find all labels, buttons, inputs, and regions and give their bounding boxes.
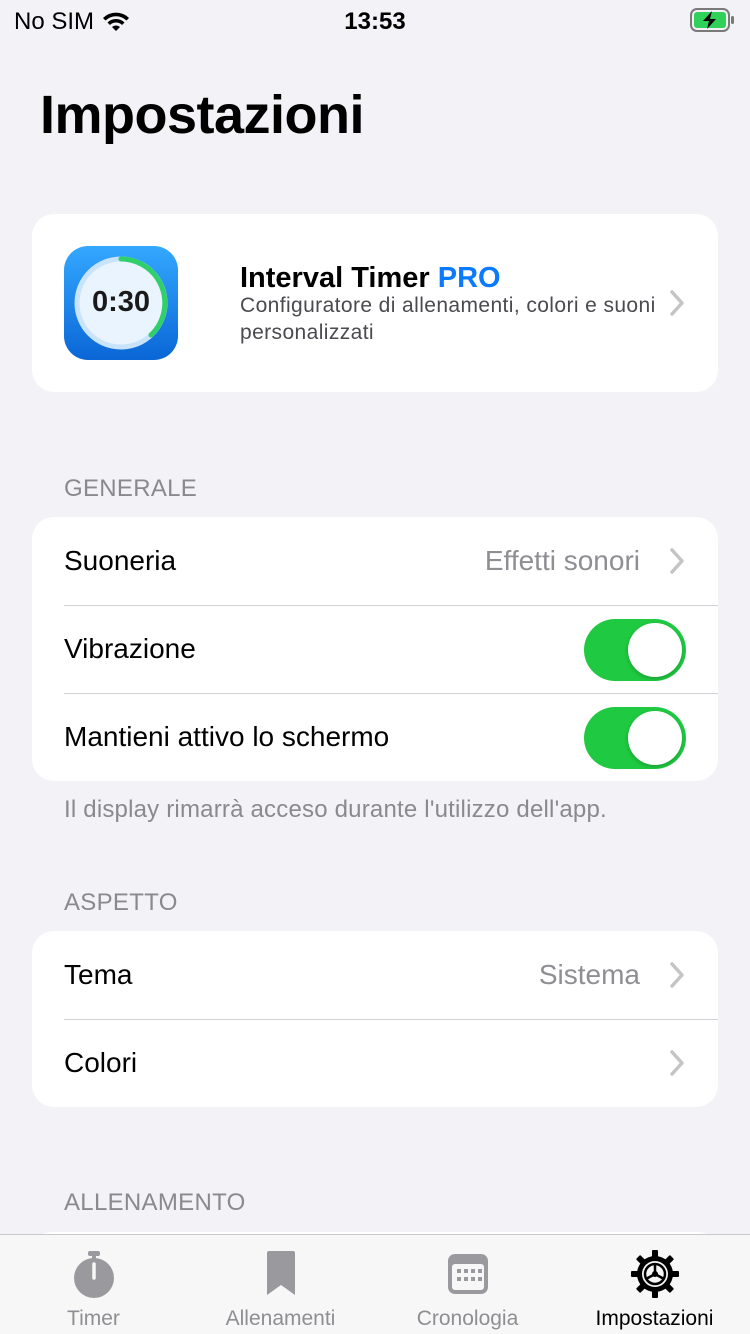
pro-upgrade-card[interactable]: 0:30 Interval Timer PRO Configuratore di…: [32, 214, 718, 392]
vibrazione-label: Vibrazione: [64, 633, 196, 664]
tab-allenamenti[interactable]: Allenamenti: [187, 1235, 374, 1334]
app-icon: 0:30: [64, 246, 178, 360]
status-bar: No SIM 13:53: [0, 0, 750, 40]
aspetto-group: Tema Sistema Colori: [32, 931, 718, 1107]
section-header-allenamento: ALLENAMENTO: [64, 1189, 246, 1216]
pro-title: Interval Timer PRO: [240, 262, 501, 295]
chevron-right-icon: [670, 1050, 684, 1076]
tema-row[interactable]: Tema Sistema: [32, 931, 718, 1019]
schermo-toggle[interactable]: [584, 707, 686, 769]
tab-label: Impostazioni: [595, 1307, 714, 1330]
pro-badge: PRO: [437, 262, 501, 294]
generale-footnote: Il display rimarrà acceso durante l'util…: [64, 796, 607, 823]
tab-label: Cronologia: [416, 1307, 519, 1330]
suoneria-value: Effetti sonori: [484, 545, 640, 576]
colori-label: Colori: [64, 1047, 138, 1078]
tab-bar: Timer Allenamenti Cronologia Impostazion…: [0, 1234, 750, 1334]
tab-label: Allenamenti: [225, 1307, 336, 1330]
vibrazione-toggle[interactable]: [584, 619, 686, 681]
chevron-right-icon: [670, 548, 684, 574]
tema-label: Tema: [64, 959, 133, 990]
tab-label: Timer: [67, 1307, 120, 1330]
generale-group: Suoneria Effetti sonori Vibrazione Manti…: [32, 517, 718, 781]
chevron-right-icon: [670, 290, 684, 316]
tema-value: Sistema: [538, 959, 640, 990]
schermo-label: Mantieni attivo lo schermo: [64, 721, 390, 752]
colori-row[interactable]: Colori: [32, 1019, 718, 1107]
vibrazione-row: Vibrazione: [32, 605, 718, 693]
calendar-icon: [447, 1254, 488, 1294]
section-header-aspetto: ASPETTO: [64, 889, 178, 916]
chevron-right-icon: [670, 962, 684, 988]
pro-description: Configuratore di allenamenti, colori e s…: [240, 294, 656, 344]
tab-timer[interactable]: Timer: [0, 1235, 187, 1334]
bookmark-icon: [266, 1251, 295, 1295]
suoneria-label: Suoneria: [64, 545, 177, 576]
page-title: Impostazioni: [40, 85, 365, 145]
tab-impostazioni[interactable]: Impostazioni: [561, 1235, 748, 1334]
suoneria-row[interactable]: Suoneria Effetti sonori: [32, 517, 718, 605]
stopwatch-icon: [73, 1251, 114, 1298]
battery-charging-icon: [690, 8, 736, 39]
status-time: 13:53: [344, 8, 406, 35]
schermo-row: Mantieni attivo lo schermo: [32, 693, 718, 781]
app-icon-timer-text: 0:30: [91, 286, 151, 318]
tab-cronologia[interactable]: Cronologia: [374, 1235, 561, 1334]
section-header-generale: GENERALE: [64, 475, 198, 502]
gear-icon: [630, 1250, 679, 1298]
pro-title-text: Interval Timer: [240, 262, 430, 294]
